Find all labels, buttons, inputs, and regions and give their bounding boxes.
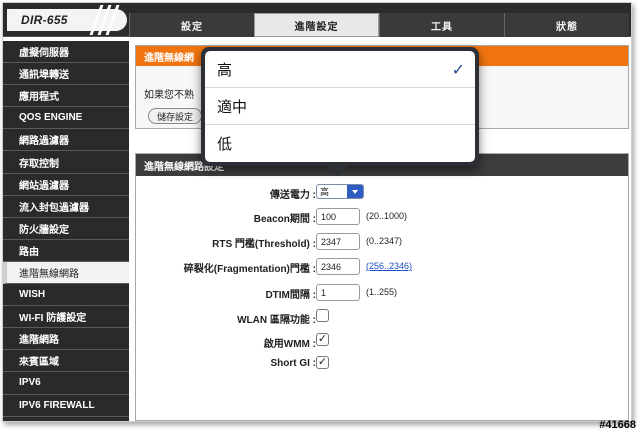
sidebar-item-wifi-protected-setup[interactable]: WI-FI 防護設定 bbox=[3, 306, 129, 329]
popover-option-label: 適中 bbox=[217, 98, 248, 116]
wlan-partition-row: WLAN 區隔功能 : bbox=[136, 309, 630, 327]
popover-option-label: 高 bbox=[217, 61, 233, 79]
intro-text: 如果您不熟 bbox=[144, 90, 194, 101]
tab-setup[interactable]: 設定 bbox=[129, 13, 254, 37]
checkmark-icon: ✓ bbox=[451, 62, 465, 79]
logo: DIR-655 bbox=[7, 5, 127, 35]
transmit-power-value: 高 bbox=[320, 187, 330, 197]
sidebar-item-virtual-server[interactable]: 虛擬伺服器 bbox=[3, 41, 129, 64]
checkmark-icon: ✓ bbox=[317, 333, 328, 345]
popover-option-label: 低 bbox=[217, 136, 233, 153]
sidebar-item-guest-zone[interactable]: 來賓區域 bbox=[3, 350, 129, 373]
wlan-partition-checkbox[interactable] bbox=[316, 309, 329, 322]
fragmentation-threshold-range-link[interactable]: (256..2346) bbox=[366, 261, 412, 271]
enable-wmm-label: 啟用WMM : bbox=[263, 339, 316, 350]
sidebar-item-network-filter[interactable]: 網路過濾器 bbox=[3, 129, 129, 152]
rts-threshold-row: RTS 門檻(Threshold) : 2347 (0..2347) bbox=[136, 233, 630, 251]
rts-threshold-input[interactable]: 2347 bbox=[316, 233, 360, 250]
short-gi-checkbox[interactable]: ✓ bbox=[316, 356, 329, 369]
beacon-period-label: Beacon期間 : bbox=[253, 214, 316, 225]
advanced-wireless-settings-panel: 進階無線網路設定 傳送電力 : 高 Beacon期間 : 100 (20..10… bbox=[135, 153, 629, 421]
beacon-period-range: (20..1000) bbox=[366, 211, 408, 221]
rts-threshold-label: RTS 門檻(Threshold) : bbox=[212, 239, 316, 250]
tab-status[interactable]: 狀態 bbox=[504, 13, 629, 37]
transmit-power-select[interactable]: 高 bbox=[316, 184, 364, 199]
logo-text: DIR-655 bbox=[21, 13, 68, 27]
chevron-down-icon[interactable] bbox=[347, 185, 363, 198]
enable-wmm-checkbox[interactable]: ✓ bbox=[316, 333, 329, 346]
fragmentation-threshold-row: 碎裂化(Fragmentation)門檻 : 2346 (256..2346) bbox=[136, 258, 630, 276]
tab-tools[interactable]: 工具 bbox=[379, 13, 504, 37]
sidebar-item-wish[interactable]: WISH bbox=[3, 284, 129, 307]
sidebar-item-ipv6-firewall[interactable]: IPV6 FIREWALL bbox=[3, 395, 129, 417]
checkmark-icon: ✓ bbox=[317, 356, 328, 368]
rts-threshold-range: (0..2347) bbox=[366, 236, 403, 246]
tab-advanced[interactable]: 進階設定 bbox=[254, 13, 379, 37]
popover-option-high[interactable]: 高 ✓ bbox=[205, 51, 475, 88]
sidebar-item-ipv6[interactable]: IPV6 bbox=[3, 372, 129, 395]
sidebar: 虛擬伺服器 通訊埠轉送 應用程式 QOS ENGINE 網路過濾器 存取控制 網… bbox=[3, 41, 129, 421]
dtim-interval-row: DTIM間隔 : 1 (1..255) bbox=[136, 284, 630, 302]
short-gi-row: Short GI : ✓ bbox=[136, 356, 630, 374]
popover-tail bbox=[326, 165, 348, 176]
sidebar-item-advanced-network[interactable]: 進階網路 bbox=[3, 328, 129, 351]
dtim-interval-label: DTIM間隔 : bbox=[265, 290, 316, 301]
browser-frame: DIR-655 設定 進階設定 工具 狀態 虛擬伺服器 通訊埠轉送 應用程式 Q… bbox=[2, 2, 632, 422]
sidebar-item-routing[interactable]: 路由 bbox=[3, 240, 129, 262]
wlan-partition-label: WLAN 區隔功能 : bbox=[237, 315, 316, 326]
sidebar-item-access-control[interactable]: 存取控制 bbox=[3, 151, 129, 174]
popover-option-medium[interactable]: 適中 bbox=[205, 88, 475, 125]
fragmentation-threshold-label: 碎裂化(Fragmentation)門檻 : bbox=[183, 264, 316, 275]
top-bar: DIR-655 設定 進階設定 工具 狀態 bbox=[3, 3, 631, 37]
watermark: #41668 bbox=[599, 419, 636, 431]
beacon-period-input[interactable]: 100 bbox=[316, 208, 360, 225]
dtim-interval-range: (1..255) bbox=[366, 287, 398, 297]
sidebar-item-qos-engine[interactable]: QOS ENGINE bbox=[3, 107, 129, 130]
transmit-power-row: 傳送電力 : 高 bbox=[136, 184, 630, 202]
enable-wmm-row: 啟用WMM : ✓ bbox=[136, 333, 630, 351]
main-tabs: 設定 進階設定 工具 狀態 bbox=[129, 13, 629, 37]
sidebar-item-website-filter[interactable]: 網站過濾器 bbox=[3, 174, 129, 196]
sidebar-item-port-forwarding[interactable]: 通訊埠轉送 bbox=[3, 63, 129, 86]
sidebar-item-advanced-wireless[interactable]: 進階無線網路 bbox=[3, 261, 129, 285]
transmit-power-label: 傳送電力 : bbox=[269, 190, 316, 201]
sidebar-item-application-rules[interactable]: 應用程式 bbox=[3, 85, 129, 108]
dtim-interval-input[interactable]: 1 bbox=[316, 284, 360, 301]
sidebar-item-firewall-settings[interactable]: 防火牆設定 bbox=[3, 218, 129, 240]
beacon-period-row: Beacon期間 : 100 (20..1000) bbox=[136, 208, 630, 226]
popover-option-low[interactable]: 低 bbox=[205, 125, 475, 162]
transmit-power-popover: 高 ✓ 適中 低 bbox=[201, 47, 479, 176]
save-settings-button[interactable]: 儲存設定 bbox=[148, 108, 203, 124]
sidebar-item-inbound-filter[interactable]: 流入封包過濾器 bbox=[3, 196, 129, 218]
popover-options-list: 高 ✓ 適中 低 bbox=[205, 51, 475, 162]
short-gi-label: Short GI : bbox=[270, 358, 316, 369]
fragmentation-threshold-input[interactable]: 2346 bbox=[316, 258, 360, 275]
